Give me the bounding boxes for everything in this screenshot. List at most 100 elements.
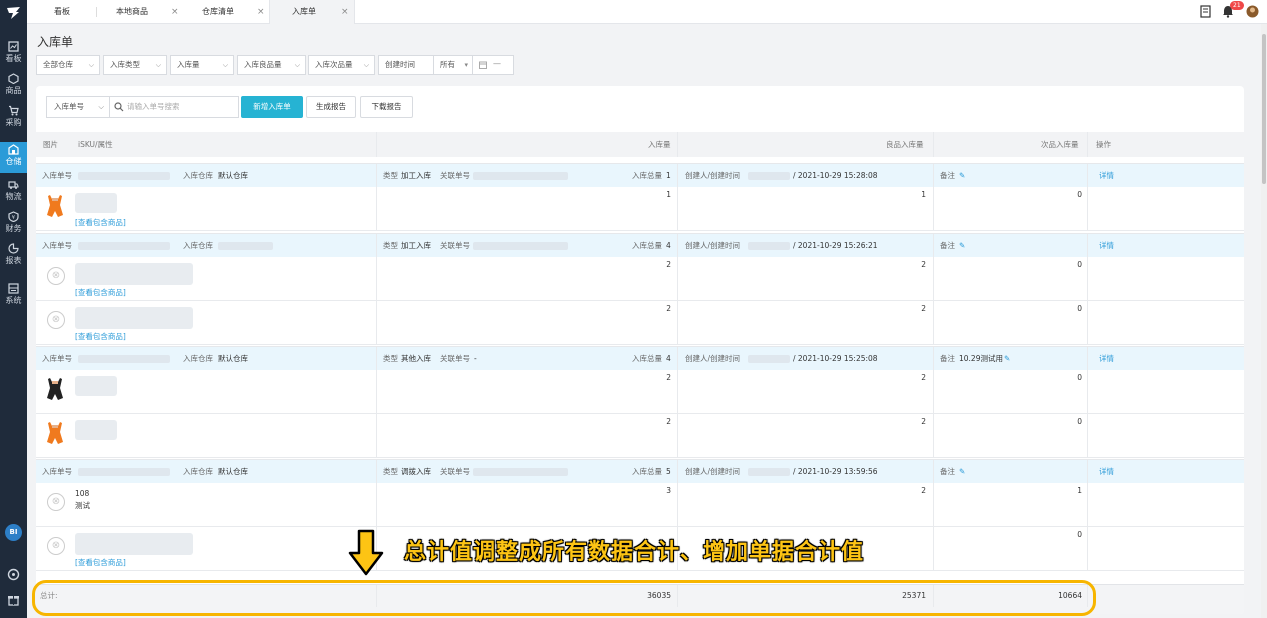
time-field-select[interactable]: 创建时间 xyxy=(378,55,434,75)
quantity-select[interactable]: 入库量 ⌵ xyxy=(170,55,234,75)
sidebar-item-box[interactable]: 商品 xyxy=(0,73,27,103)
sidebar-item-truck[interactable]: 物流 xyxy=(0,179,27,209)
truck-icon xyxy=(8,181,19,189)
help-icon[interactable] xyxy=(7,568,20,581)
type-value: 调拨入库 xyxy=(401,467,431,476)
redacted-sku xyxy=(75,376,117,396)
close-icon[interactable]: × xyxy=(257,0,265,24)
type-label: 类型 xyxy=(383,241,398,250)
detail-link[interactable]: 详情 xyxy=(1099,234,1114,258)
creator-label: 创建人/创建时间 xyxy=(685,354,741,363)
ref-label: 关联单号 xyxy=(440,171,470,180)
cart-icon xyxy=(9,105,19,116)
date-range-picker[interactable]: — xyxy=(472,55,514,75)
no-image-icon: ⊗ xyxy=(47,267,65,285)
created-time: / 2021-10-29 15:25:08 xyxy=(793,354,878,363)
sidebar-item-report[interactable]: 报表 xyxy=(0,243,27,273)
download-report-button[interactable]: 下载报告 xyxy=(360,96,413,118)
redacted-value xyxy=(748,468,790,476)
scrollbar-thumb[interactable] xyxy=(1262,34,1266,184)
generate-report-button[interactable]: 生成报告 xyxy=(306,96,356,118)
sidebar-item-dashboard[interactable]: 看板 xyxy=(0,41,27,71)
order-group-header: 入库单号 入库仓库 默认仓库 类型 加工入库 关联单号 入库总量 1 创建人/创建时间 / 202… xyxy=(36,163,1244,188)
detail-link[interactable]: 详情 xyxy=(1099,347,1114,371)
qty-cell: 2 xyxy=(666,304,671,313)
qty-cell: 1 xyxy=(666,190,671,199)
defect-qty-cell: 0 xyxy=(1077,190,1082,199)
tab-label: 本地商品 xyxy=(116,7,148,16)
good-qty-cell: 1 xyxy=(921,190,926,199)
tab-local-products[interactable]: 本地商品 × xyxy=(116,0,180,24)
type-label: 类型 xyxy=(383,354,398,363)
search-field-select[interactable]: 入库单号 ⌵ xyxy=(46,96,110,118)
select-value: 所有 xyxy=(440,60,455,69)
new-inbound-button[interactable]: 新增入库单 xyxy=(241,96,303,118)
total-label: 入库总量 xyxy=(632,467,662,476)
total-label: 入库总量 xyxy=(632,241,662,250)
qty-cell: 3 xyxy=(666,486,671,495)
tab-inbound-order[interactable]: 入库单 × xyxy=(269,0,355,24)
defect-qty-select[interactable]: 入库次品量 ⌵ xyxy=(308,55,375,75)
totals-label: 总计: xyxy=(40,591,58,600)
type-label: 类型 xyxy=(383,467,398,476)
date-placeholder: — xyxy=(493,59,501,68)
scrollbar[interactable] xyxy=(1261,24,1267,618)
header-defect-qty: 次品入库量 xyxy=(1041,140,1079,149)
redacted-sku xyxy=(75,420,117,440)
warehouse-value: 默认仓库 xyxy=(218,171,248,180)
gift-icon[interactable] xyxy=(7,593,20,606)
edit-icon[interactable]: ✎ xyxy=(959,164,965,188)
product-thumbnail[interactable] xyxy=(44,376,66,402)
redacted-value xyxy=(473,242,568,250)
view-items-link[interactable]: [查看包含商品] xyxy=(75,217,126,228)
sidebar-item-label: 仓储 xyxy=(5,157,22,166)
qty-cell: 2 xyxy=(666,260,671,269)
warehouse-select[interactable]: 全部仓库 ⌵ xyxy=(36,55,100,75)
header-sku: iSKU/属性 xyxy=(78,140,113,149)
search-input[interactable]: 请输入单号搜索 xyxy=(109,96,239,118)
qty-cell: 2 xyxy=(666,417,671,426)
tab-warehouse-list[interactable]: 仓库清单 × xyxy=(202,0,268,24)
product-thumbnail[interactable] xyxy=(44,420,66,446)
defect-qty-cell: 0 xyxy=(1077,304,1082,313)
good-qty-cell: 2 xyxy=(921,373,926,382)
time-range-select[interactable]: 所有 ▾ xyxy=(433,55,473,75)
good-qty-select[interactable]: 入库良品量 ⌵ xyxy=(237,55,306,75)
close-icon[interactable]: × xyxy=(171,0,179,24)
order-group-header: 入库单号 入库仓库 默认仓库 类型 调拨入库 关联单号 入库总量 5 创建人/创建时间 / 202… xyxy=(36,459,1244,484)
table-header: 图片 iSKU/属性 入库量 良品入库量 次品入库量 操作 xyxy=(36,132,1244,157)
no-image-icon: ⊗ xyxy=(47,537,65,555)
redacted-value xyxy=(78,468,170,476)
sidebar-item-finance[interactable]: ¥ 财务 xyxy=(0,211,27,241)
type-select[interactable]: 入库类型 ⌵ xyxy=(103,55,167,75)
sidebar-item-system[interactable]: 系统 xyxy=(0,283,27,313)
view-items-link[interactable]: [查看包含商品] xyxy=(75,287,126,298)
edit-icon[interactable]: ✎ xyxy=(959,460,965,484)
tab-dashboard[interactable]: 看板 xyxy=(54,0,94,24)
good-qty-cell: 2 xyxy=(921,417,926,426)
caret-down-icon: ▾ xyxy=(464,61,468,69)
defect-qty-cell: 0 xyxy=(1077,417,1082,426)
sidebar-item-warehouse[interactable]: 仓储 xyxy=(0,142,27,173)
close-icon[interactable]: × xyxy=(341,0,349,24)
document-icon[interactable] xyxy=(1200,5,1211,18)
total-value: 4 xyxy=(666,241,671,250)
created-time: / 2021-10-29 13:59:56 xyxy=(793,467,878,476)
sku-attr: 测试 xyxy=(75,501,90,510)
user-avatar[interactable] xyxy=(1246,5,1259,18)
type-value: 其他入库 xyxy=(401,354,431,363)
detail-link[interactable]: 详情 xyxy=(1099,460,1114,484)
bi-button[interactable]: BI xyxy=(5,524,22,541)
defect-qty-cell: 1 xyxy=(1077,486,1082,495)
detail-link[interactable]: 详情 xyxy=(1099,164,1114,188)
warehouse-value: 默认仓库 xyxy=(218,354,248,363)
view-items-link[interactable]: [查看包含商品] xyxy=(75,331,126,342)
edit-icon[interactable]: ✎ xyxy=(959,234,965,258)
view-items-link[interactable]: [查看包含商品] xyxy=(75,557,126,568)
redacted-value xyxy=(78,172,170,180)
select-value: 全部仓库 xyxy=(43,60,73,69)
edit-icon[interactable]: ✎ xyxy=(1004,347,1010,371)
sidebar: 看板 商品 采购仓储物流 ¥ 财务 报表系统 BI xyxy=(0,0,27,618)
sidebar-item-cart[interactable]: 采购 xyxy=(0,105,27,135)
product-thumbnail[interactable] xyxy=(44,193,66,219)
